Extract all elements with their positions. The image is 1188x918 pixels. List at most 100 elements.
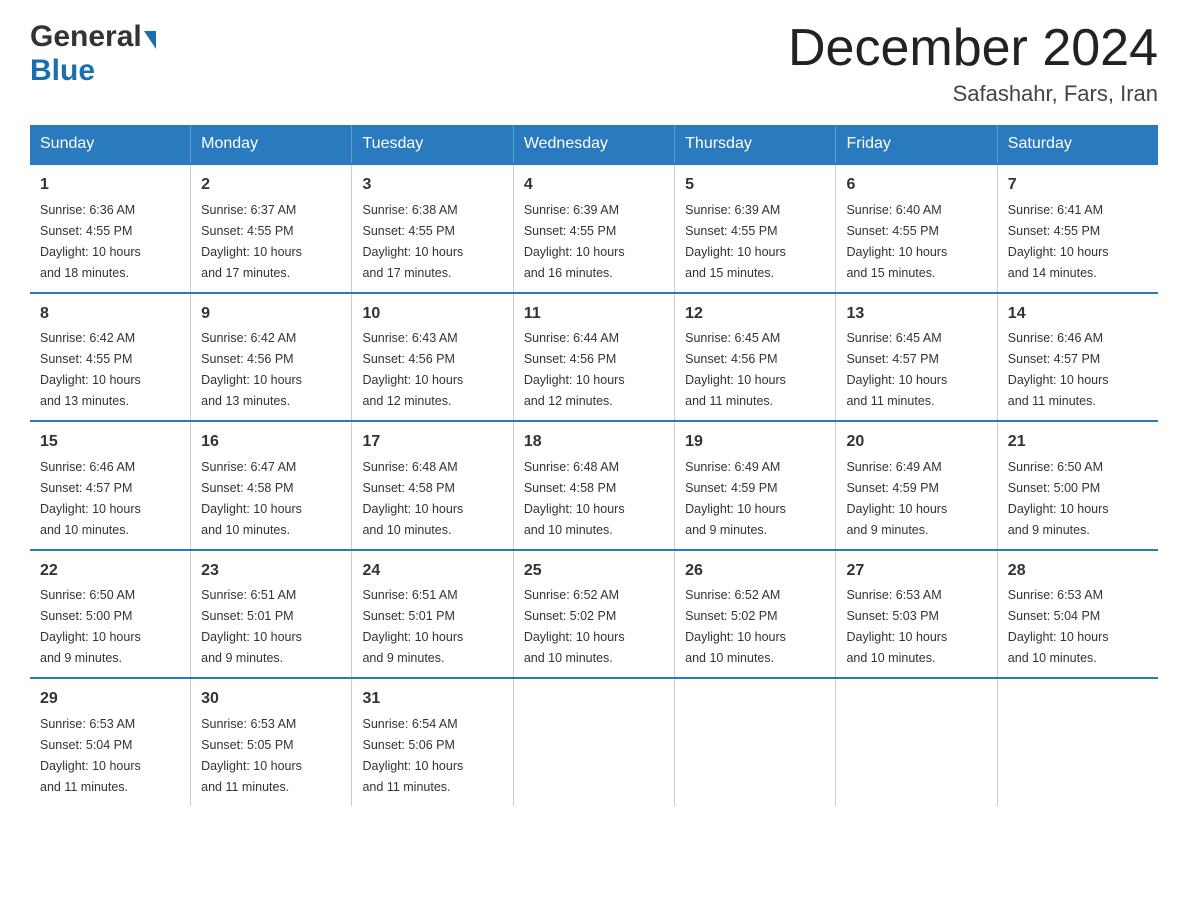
week-row-1: 1Sunrise: 6:36 AMSunset: 4:55 PMDaylight… <box>30 164 1158 292</box>
day-info: Sunrise: 6:53 AMSunset: 5:03 PMDaylight:… <box>846 588 947 665</box>
day-cell <box>513 678 674 805</box>
day-info: Sunrise: 6:51 AMSunset: 5:01 PMDaylight:… <box>362 588 463 665</box>
day-cell: 19 Sunrise: 6:49 AMSunset: 4:59 PMDayligh… <box>675 421 836 549</box>
day-info: Sunrise: 6:45 AMSunset: 4:56 PMDaylight:… <box>685 331 786 408</box>
day-cell: 1Sunrise: 6:36 AMSunset: 4:55 PMDaylight… <box>30 164 191 292</box>
day-number: 4 <box>524 173 664 198</box>
day-cell <box>836 678 997 805</box>
day-info: Sunrise: 6:44 AMSunset: 4:56 PMDaylight:… <box>524 331 625 408</box>
page-header: General Blue December 2024 Safashahr, Fa… <box>30 20 1158 107</box>
weekday-header-wednesday: Wednesday <box>513 125 674 164</box>
day-info: Sunrise: 6:53 AMSunset: 5:05 PMDaylight:… <box>201 717 302 794</box>
day-info: Sunrise: 6:39 AMSunset: 4:55 PMDaylight:… <box>524 203 625 280</box>
day-number: 8 <box>40 302 180 327</box>
day-cell <box>997 678 1158 805</box>
logo-triangle-icon <box>144 31 156 49</box>
week-row-2: 8 Sunrise: 6:42 AMSunset: 4:55 PMDaylight… <box>30 293 1158 421</box>
day-info: Sunrise: 6:52 AMSunset: 5:02 PMDaylight:… <box>524 588 625 665</box>
day-info: Sunrise: 6:48 AMSunset: 4:58 PMDaylight:… <box>524 460 625 537</box>
day-cell: 17Sunrise: 6:48 AMSunset: 4:58 PMDayligh… <box>352 421 513 549</box>
day-number: 15 <box>40 430 180 455</box>
day-number: 24 <box>362 559 502 584</box>
week-row-4: 22 Sunrise: 6:50 AMSunset: 5:00 PMDayligh… <box>30 550 1158 678</box>
day-number: 29 <box>40 687 180 712</box>
day-number: 13 <box>846 302 986 327</box>
day-cell: 30 Sunrise: 6:53 AMSunset: 5:05 PMDayligh… <box>191 678 352 805</box>
weekday-header-friday: Friday <box>836 125 997 164</box>
day-number: 25 <box>524 559 664 584</box>
day-info: Sunrise: 6:40 AMSunset: 4:55 PMDaylight:… <box>846 203 947 280</box>
day-info: Sunrise: 6:50 AMSunset: 5:00 PMDaylight:… <box>1008 460 1109 537</box>
day-number: 14 <box>1008 302 1148 327</box>
day-number: 28 <box>1008 559 1148 584</box>
day-number: 10 <box>362 302 502 327</box>
day-cell: 14 Sunrise: 6:46 AMSunset: 4:57 PMDayligh… <box>997 293 1158 421</box>
weekday-header-sunday: Sunday <box>30 125 191 164</box>
logo-blue: Blue <box>30 54 95 87</box>
day-info: Sunrise: 6:50 AMSunset: 5:00 PMDaylight:… <box>40 588 141 665</box>
day-cell: 28Sunrise: 6:53 AMSunset: 5:04 PMDayligh… <box>997 550 1158 678</box>
day-info: Sunrise: 6:46 AMSunset: 4:57 PMDaylight:… <box>40 460 141 537</box>
day-cell: 4 Sunrise: 6:39 AMSunset: 4:55 PMDaylight… <box>513 164 674 292</box>
day-number: 2 <box>201 173 341 198</box>
day-number: 16 <box>201 430 341 455</box>
day-info: Sunrise: 6:48 AMSunset: 4:58 PMDaylight:… <box>362 460 463 537</box>
day-number: 12 <box>685 302 825 327</box>
day-info: Sunrise: 6:39 AMSunset: 4:55 PMDaylight:… <box>685 203 786 280</box>
day-cell: 29 Sunrise: 6:53 AMSunset: 5:04 PMDayligh… <box>30 678 191 805</box>
day-number: 18 <box>524 430 664 455</box>
day-number: 26 <box>685 559 825 584</box>
day-cell: 31Sunrise: 6:54 AMSunset: 5:06 PMDayligh… <box>352 678 513 805</box>
day-number: 11 <box>524 302 664 327</box>
title-block: December 2024 Safashahr, Fars, Iran <box>788 20 1158 107</box>
weekday-header-row: SundayMondayTuesdayWednesdayThursdayFrid… <box>30 125 1158 164</box>
day-info: Sunrise: 6:42 AMSunset: 4:56 PMDaylight:… <box>201 331 302 408</box>
calendar-table: SundayMondayTuesdayWednesdayThursdayFrid… <box>30 125 1158 805</box>
day-info: Sunrise: 6:36 AMSunset: 4:55 PMDaylight:… <box>40 203 141 280</box>
day-info: Sunrise: 6:46 AMSunset: 4:57 PMDaylight:… <box>1008 331 1109 408</box>
day-number: 7 <box>1008 173 1148 198</box>
day-cell: 7Sunrise: 6:41 AMSunset: 4:55 PMDaylight… <box>997 164 1158 292</box>
day-cell: 10Sunrise: 6:43 AMSunset: 4:56 PMDayligh… <box>352 293 513 421</box>
day-number: 22 <box>40 559 180 584</box>
day-cell: 9Sunrise: 6:42 AMSunset: 4:56 PMDaylight… <box>191 293 352 421</box>
day-info: Sunrise: 6:53 AMSunset: 5:04 PMDaylight:… <box>40 717 141 794</box>
day-info: Sunrise: 6:45 AMSunset: 4:57 PMDaylight:… <box>846 331 947 408</box>
day-cell: 16 Sunrise: 6:47 AMSunset: 4:58 PMDayligh… <box>191 421 352 549</box>
day-cell: 6 Sunrise: 6:40 AMSunset: 4:55 PMDaylight… <box>836 164 997 292</box>
day-info: Sunrise: 6:49 AMSunset: 4:59 PMDaylight:… <box>846 460 947 537</box>
day-cell: 15 Sunrise: 6:46 AMSunset: 4:57 PMDayligh… <box>30 421 191 549</box>
day-cell: 25 Sunrise: 6:52 AMSunset: 5:02 PMDayligh… <box>513 550 674 678</box>
day-number: 21 <box>1008 430 1148 455</box>
day-cell: 12 Sunrise: 6:45 AMSunset: 4:56 PMDayligh… <box>675 293 836 421</box>
day-number: 5 <box>685 173 825 198</box>
day-cell: 20 Sunrise: 6:49 AMSunset: 4:59 PMDayligh… <box>836 421 997 549</box>
weekday-header-thursday: Thursday <box>675 125 836 164</box>
day-cell: 13 Sunrise: 6:45 AMSunset: 4:57 PMDayligh… <box>836 293 997 421</box>
day-info: Sunrise: 6:42 AMSunset: 4:55 PMDaylight:… <box>40 331 141 408</box>
day-cell: 21 Sunrise: 6:50 AMSunset: 5:00 PMDayligh… <box>997 421 1158 549</box>
day-info: Sunrise: 6:49 AMSunset: 4:59 PMDaylight:… <box>685 460 786 537</box>
day-number: 27 <box>846 559 986 584</box>
month-title: December 2024 <box>788 20 1158 77</box>
day-info: Sunrise: 6:47 AMSunset: 4:58 PMDaylight:… <box>201 460 302 537</box>
logo: General Blue <box>30 20 156 88</box>
day-cell: 11 Sunrise: 6:44 AMSunset: 4:56 PMDayligh… <box>513 293 674 421</box>
logo-general: General <box>30 20 142 54</box>
day-info: Sunrise: 6:37 AMSunset: 4:55 PMDaylight:… <box>201 203 302 280</box>
day-number: 30 <box>201 687 341 712</box>
day-number: 20 <box>846 430 986 455</box>
weekday-header-saturday: Saturday <box>997 125 1158 164</box>
day-cell: 2 Sunrise: 6:37 AMSunset: 4:55 PMDaylight… <box>191 164 352 292</box>
day-cell: 26 Sunrise: 6:52 AMSunset: 5:02 PMDayligh… <box>675 550 836 678</box>
day-cell: 23Sunrise: 6:51 AMSunset: 5:01 PMDayligh… <box>191 550 352 678</box>
day-info: Sunrise: 6:38 AMSunset: 4:55 PMDaylight:… <box>362 203 463 280</box>
week-row-3: 15 Sunrise: 6:46 AMSunset: 4:57 PMDayligh… <box>30 421 1158 549</box>
day-number: 6 <box>846 173 986 198</box>
day-number: 19 <box>685 430 825 455</box>
day-number: 3 <box>362 173 502 198</box>
day-cell: 22 Sunrise: 6:50 AMSunset: 5:00 PMDayligh… <box>30 550 191 678</box>
day-info: Sunrise: 6:52 AMSunset: 5:02 PMDaylight:… <box>685 588 786 665</box>
day-info: Sunrise: 6:51 AMSunset: 5:01 PMDaylight:… <box>201 588 302 665</box>
day-cell: 27 Sunrise: 6:53 AMSunset: 5:03 PMDayligh… <box>836 550 997 678</box>
